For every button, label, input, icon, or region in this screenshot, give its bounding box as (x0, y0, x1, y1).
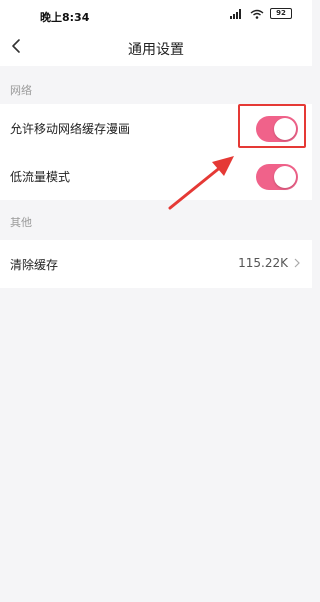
setting-row-low-data[interactable]: 低流量模式 (0, 152, 312, 200)
setting-label: 清除缓存 (10, 258, 59, 272)
status-icons: 92 (230, 8, 292, 19)
wifi-icon (250, 9, 264, 19)
signal-icon (230, 8, 244, 19)
setting-label: 允许移动网络缓存漫画 (10, 122, 131, 136)
cache-size-value: 115.22K (238, 256, 288, 270)
highlight-box (238, 104, 306, 148)
page-title: 通用设置 (128, 42, 184, 58)
section-label-other: 其他 (10, 216, 32, 229)
setting-label: 低流量模式 (10, 170, 71, 184)
toggle-knob (274, 166, 296, 188)
nav-bar: 通用设置 (0, 30, 312, 66)
setting-row-clear-cache[interactable]: 清除缓存 115.22K (0, 240, 312, 288)
annotation-arrow-icon (168, 156, 234, 210)
low-data-mode-toggle[interactable] (256, 164, 298, 190)
battery-icon: 92 (270, 8, 292, 19)
status-time: 晚上8:34 (40, 11, 90, 24)
chevron-right-icon (294, 258, 300, 268)
status-bar: 晚上8:34 92 (0, 0, 312, 30)
section-label-network: 网络 (10, 84, 32, 97)
